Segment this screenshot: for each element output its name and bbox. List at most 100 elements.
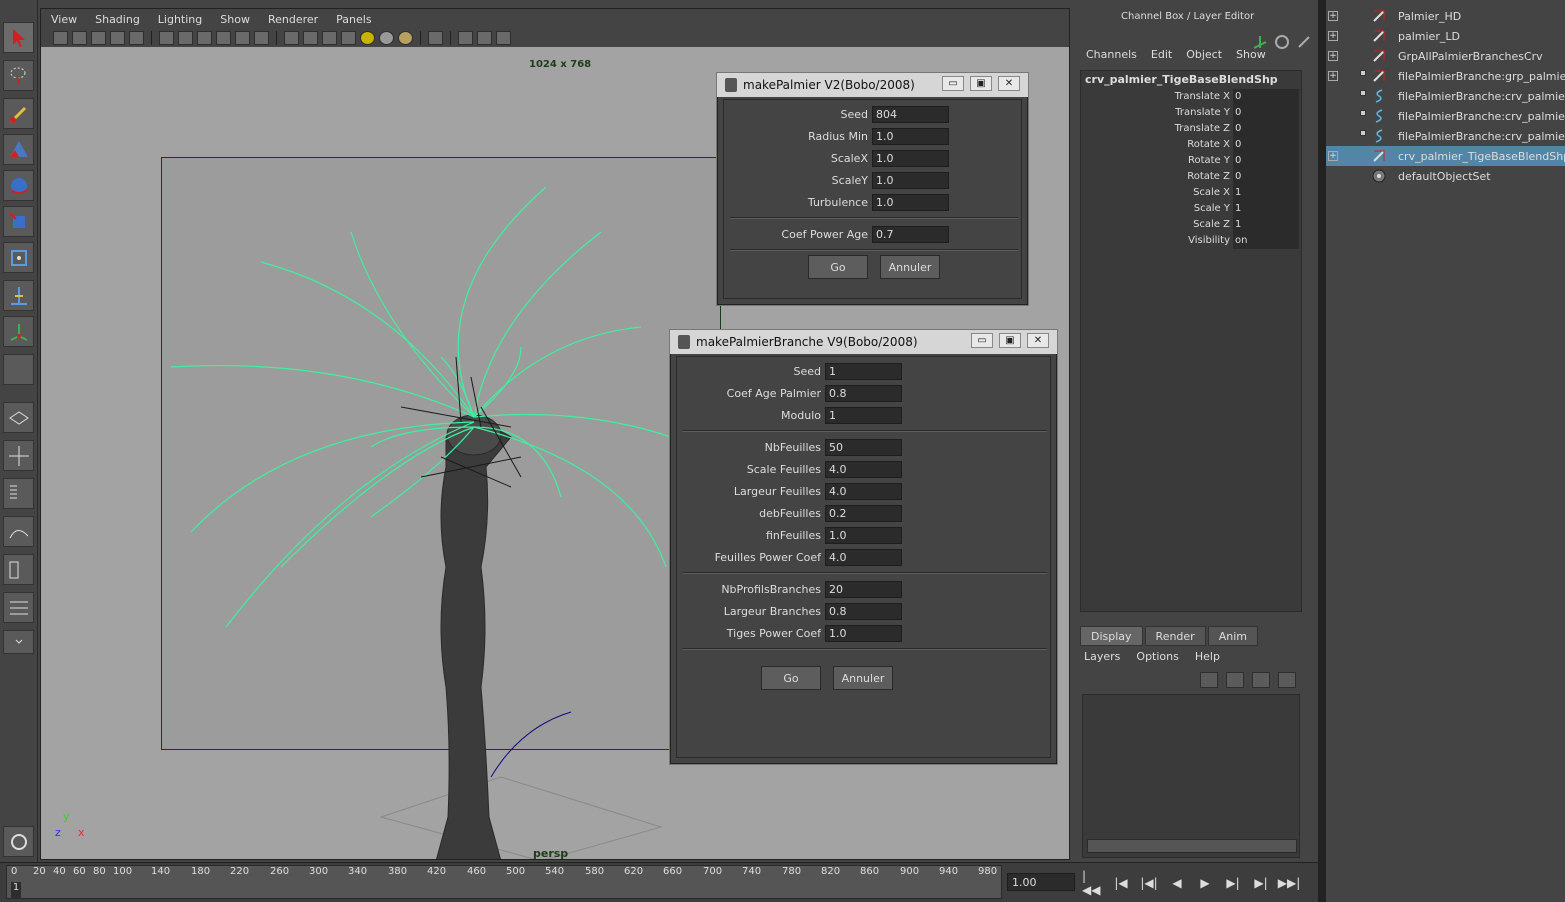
largeur-branches-input[interactable] xyxy=(825,602,902,620)
outliner-item-selected[interactable]: + crv_palmier_TigeBaseBlendShp xyxy=(1322,146,1565,166)
coef-power-age-input[interactable] xyxy=(872,225,949,243)
select-tool-icon[interactable] xyxy=(3,22,34,53)
grease-pencil-icon[interactable] xyxy=(129,31,144,45)
menu-show[interactable]: Show xyxy=(1236,48,1266,66)
cancel-button[interactable]: Annuler xyxy=(833,666,893,690)
hypershade-layout-icon[interactable] xyxy=(3,554,34,585)
outliner-item[interactable]: filePalmierBranche:crv_palmier_Tig xyxy=(1322,126,1565,146)
minimize-button[interactable]: ▭ xyxy=(971,333,993,348)
outliner-item[interactable]: filePalmierBranche:crv_palmier_br xyxy=(1322,86,1565,106)
outliner-layout-icon[interactable] xyxy=(3,478,34,509)
play-backwards-icon[interactable]: ◀ xyxy=(1166,873,1188,893)
finfeuilles-input[interactable] xyxy=(825,526,902,544)
go-button[interactable]: Go xyxy=(808,255,868,279)
soft-mod-icon[interactable] xyxy=(3,280,34,311)
grid-icon[interactable] xyxy=(159,31,174,45)
menu-edit[interactable]: Edit xyxy=(1151,48,1172,66)
nbprofilsbranches-input[interactable] xyxy=(825,580,902,598)
menu-layers[interactable]: Layers xyxy=(1084,650,1120,663)
tab-anim[interactable]: Anim xyxy=(1207,626,1258,646)
rotate-tool-icon[interactable] xyxy=(3,170,34,201)
move-layer-up-icon[interactable] xyxy=(1200,672,1218,688)
outliner-splitter[interactable] xyxy=(1322,0,1326,902)
play-forwards-icon[interactable]: ▶ xyxy=(1194,873,1216,893)
bookmark-icon[interactable] xyxy=(91,31,106,45)
render-layout-icon[interactable] xyxy=(3,592,34,623)
four-pane-layout-icon[interactable] xyxy=(3,440,34,471)
maximize-button[interactable]: ▣ xyxy=(999,333,1021,348)
dialog-titlebar[interactable]: makePalmier V2(Bobo/2008) ▭ ▣ ✕ xyxy=(717,73,1028,97)
expand-toggle[interactable]: + xyxy=(1328,51,1338,61)
cancel-button[interactable]: Annuler xyxy=(880,255,940,279)
menu-shading[interactable]: Shading xyxy=(95,13,140,26)
image-plane-icon[interactable] xyxy=(110,31,125,45)
feuilles-power-coef-input[interactable] xyxy=(825,548,902,566)
tiges-power-coef-input[interactable] xyxy=(825,624,902,642)
coef-age-palmier-input[interactable] xyxy=(825,384,902,402)
xray-components-icon[interactable] xyxy=(496,31,511,45)
last-tool-icon[interactable] xyxy=(3,354,34,385)
outliner-item[interactable]: + Palmier_HD xyxy=(1322,6,1565,26)
attribute-row[interactable]: Translate Y0 xyxy=(1081,105,1299,121)
attribute-value[interactable]: 0 xyxy=(1233,169,1299,185)
attribute-value[interactable]: 1 xyxy=(1233,217,1299,233)
attribute-row[interactable]: Rotate Y0 xyxy=(1081,153,1299,169)
nbfeuilles-input[interactable] xyxy=(825,438,902,456)
layer-list[interactable] xyxy=(1082,694,1300,858)
current-frame-marker[interactable]: 1 xyxy=(11,882,21,898)
attribute-row[interactable]: Translate X0 xyxy=(1081,89,1299,105)
menu-view[interactable]: View xyxy=(51,13,77,26)
paint-select-icon[interactable] xyxy=(3,98,34,129)
attribute-row[interactable]: Translate Z0 xyxy=(1081,121,1299,137)
attribute-row[interactable]: Rotate Z0 xyxy=(1081,169,1299,185)
step-back-key-icon[interactable]: |◀ xyxy=(1110,873,1132,893)
outliner-item[interactable]: + palmier_LD xyxy=(1322,26,1565,46)
wireframe-on-shaded-icon[interactable] xyxy=(322,31,337,45)
attribute-value[interactable]: 0 xyxy=(1233,121,1299,137)
attribute-value[interactable]: 0 xyxy=(1233,137,1299,153)
field-chart-icon[interactable] xyxy=(235,31,250,45)
tab-display[interactable]: Display xyxy=(1080,626,1143,646)
expand-toggle[interactable]: + xyxy=(1328,71,1338,81)
menu-help[interactable]: Help xyxy=(1195,650,1220,663)
safe-action-icon[interactable] xyxy=(254,31,269,45)
attribute-value[interactable]: 0 xyxy=(1233,89,1299,105)
lasso-tool-icon[interactable] xyxy=(3,60,34,91)
largeur-feuilles-input[interactable] xyxy=(825,482,902,500)
debfeuilles-input[interactable] xyxy=(825,504,902,522)
textured-icon[interactable] xyxy=(341,31,356,45)
attribute-value[interactable]: on xyxy=(1233,233,1299,249)
show-manip-icon[interactable] xyxy=(3,316,34,347)
graph-layout-icon[interactable] xyxy=(3,516,34,547)
new-layer-icon[interactable] xyxy=(1252,672,1270,688)
shadows-icon[interactable] xyxy=(379,31,394,45)
menu-renderer[interactable]: Renderer xyxy=(268,13,318,26)
scale-feuilles-input[interactable] xyxy=(825,460,902,478)
attribute-row[interactable]: Rotate X0 xyxy=(1081,137,1299,153)
close-button[interactable]: ✕ xyxy=(1027,333,1049,348)
tab-render[interactable]: Render xyxy=(1144,626,1206,646)
minimize-button[interactable]: ▭ xyxy=(942,76,964,91)
dialog-titlebar[interactable]: makePalmierBranche V9(Bobo/2008) ▭ ▣ ✕ xyxy=(670,330,1057,354)
gate-mask-icon[interactable] xyxy=(216,31,231,45)
resolution-gate-icon[interactable] xyxy=(197,31,212,45)
seed-input[interactable] xyxy=(872,105,949,123)
attribute-value[interactable]: 0 xyxy=(1233,153,1299,169)
modulo-input[interactable] xyxy=(825,406,902,424)
attribute-row[interactable]: Scale Y1 xyxy=(1081,201,1299,217)
menu-options[interactable]: Options xyxy=(1136,650,1178,663)
new-layer-selected-icon[interactable] xyxy=(1278,672,1296,688)
step-back-frame-icon[interactable]: |◀| xyxy=(1138,873,1160,893)
turbulence-input[interactable] xyxy=(872,193,949,211)
film-gate-icon[interactable] xyxy=(178,31,193,45)
attribute-row[interactable]: Scale X1 xyxy=(1081,185,1299,201)
outliner-item[interactable]: + GrpAllPalmierBranchesCrv xyxy=(1322,46,1565,66)
script-editor-icon[interactable] xyxy=(3,826,34,857)
universal-manip-icon[interactable] xyxy=(3,242,34,273)
single-pane-layout-icon[interactable] xyxy=(3,402,34,433)
go-button[interactable]: Go xyxy=(761,666,821,690)
close-button[interactable]: ✕ xyxy=(998,76,1020,91)
seed-input[interactable] xyxy=(825,362,902,380)
scaley-input[interactable] xyxy=(872,171,949,189)
selected-object-name[interactable]: crv_palmier_TigeBaseBlendShp xyxy=(1085,73,1278,86)
